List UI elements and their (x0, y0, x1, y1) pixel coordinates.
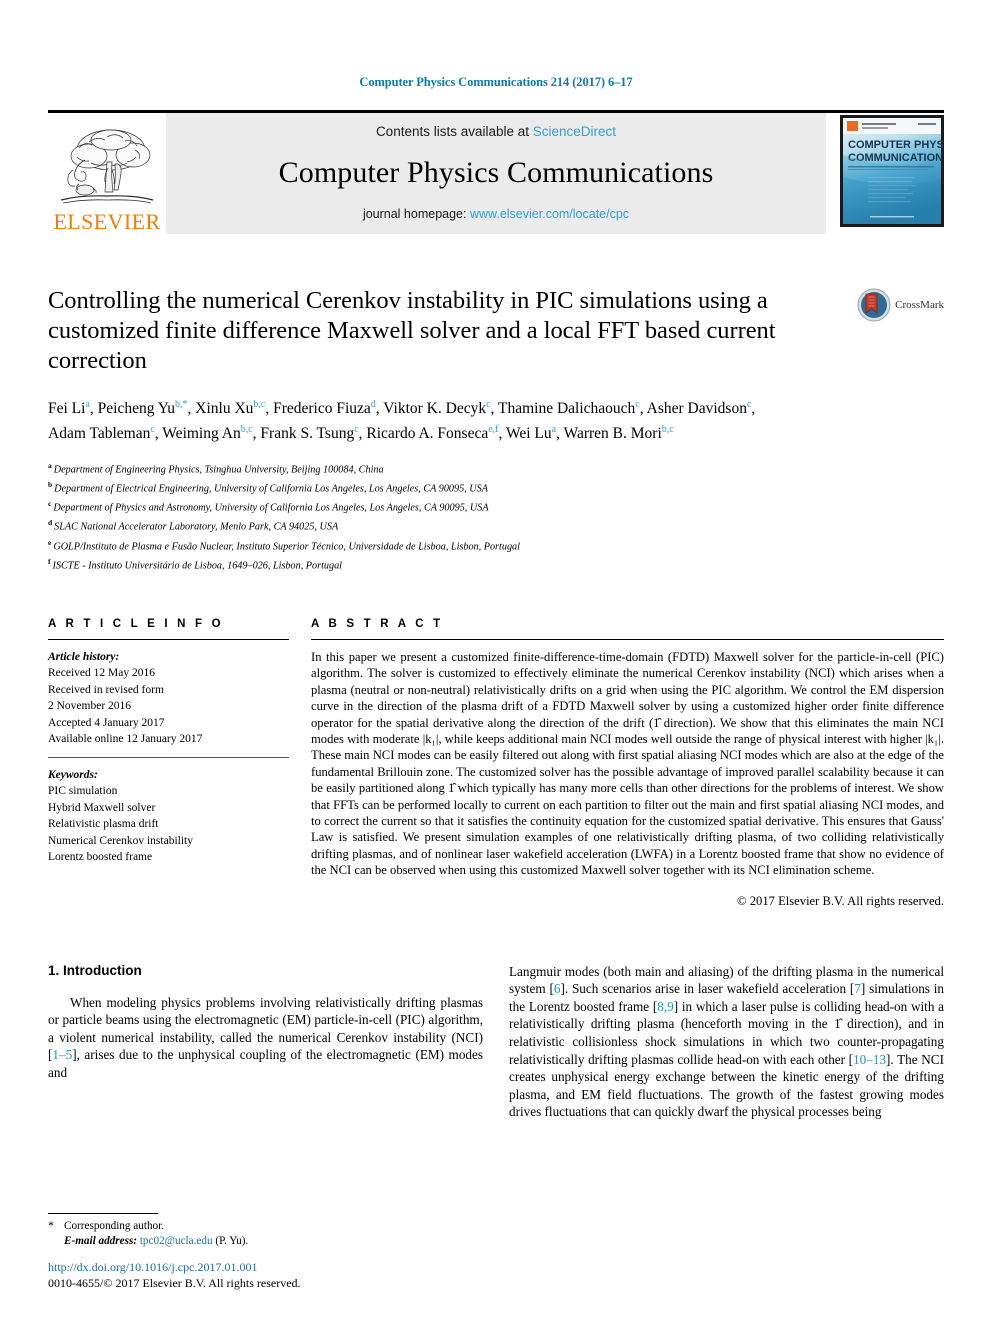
affiliation-text-f: ISCTE - Instituto Universitário de Lisbo… (52, 560, 343, 572)
title-row: Controlling the numerical Cerenkov insta… (48, 286, 944, 376)
journal-cover-thumbnail: COMPUTER PHYSICS COMMUNICATIONS (840, 114, 962, 232)
keyword-item: PIC simulation (48, 785, 118, 798)
affiliation-d: d SLAC National Accelerator Laboratory, M… (48, 516, 944, 535)
article-first-page: Computer Physics Communications 214 (201… (0, 0, 992, 1323)
elsevier-wordmark: ELSEVIER (53, 208, 161, 234)
history-item: Received in revised form (48, 683, 164, 696)
crossmark-icon (857, 288, 891, 321)
email-suffix: (P. Yu). (215, 1235, 249, 1247)
history-item: Received 12 May 2016 (48, 667, 155, 680)
abstract-column: A B S T R A C T In this paper we present… (311, 618, 944, 909)
affiliation-a: a Department of Engineering Physics, Tsin… (48, 459, 944, 478)
affiliation-mark-c: c (48, 499, 52, 509)
journal-banner: Contents lists available at ScienceDirec… (166, 112, 826, 234)
email-label: E-mail address: (64, 1235, 138, 1247)
affiliation-f: f ISCTE - Instituto Universitário de Lisb… (48, 555, 944, 574)
elsevier-logo: ELSEVIER (48, 113, 166, 234)
affiliation-mark-b: b (48, 480, 53, 489)
crossmark-label: CrossMark (895, 298, 944, 311)
body-columns: 1. Introduction When modeling physics pr… (48, 963, 944, 1121)
keyword-item: Hybrid Maxwell solver (48, 801, 156, 814)
contents-line: Contents lists available at ScienceDirec… (376, 124, 616, 139)
body-column-right: Langmuir modes (both main and aliasing) … (509, 963, 944, 1121)
page-footer: * Corresponding author. E-mail address: … (48, 1213, 488, 1291)
email-link[interactable]: tpc02@ucla.edu (140, 1235, 213, 1247)
abstract-heading: A B S T R A C T (311, 617, 444, 630)
affiliation-b: b Department of Electrical Engineering, U… (48, 478, 944, 497)
article-info-rule-top (48, 638, 289, 640)
article-history-label: Article history: (48, 650, 120, 663)
journal-homepage-line: journal homepage: www.elsevier.com/locat… (363, 207, 629, 221)
contents-prefix: Contents lists available at (375, 124, 533, 139)
info-abstract-section: A R T I C L E I N F O Article history: R… (48, 618, 944, 909)
keywords-block: Keywords: PIC simulation Hybrid Maxwell … (48, 767, 289, 866)
affiliation-text-e: GOLP/Instituto de Plasma e Fusão Nuclear… (53, 540, 520, 552)
intro-paragraph-right: Langmuir modes (both main and aliasing) … (509, 963, 944, 1120)
journal-homepage-link[interactable]: www.elsevier.com/locate/cpc (470, 207, 629, 221)
article-info-rule-mid (48, 756, 289, 758)
elsevier-tree-icon (55, 123, 159, 210)
doi-link[interactable]: http://dx.doi.org/10.1016/j.cpc.2017.01.… (48, 1260, 488, 1276)
history-item: Available online 12 January 2017 (48, 733, 203, 746)
cover-title-line1: COMPUTER PHYSICS (848, 139, 944, 151)
affiliation-mark-a: a (48, 460, 52, 470)
affiliation-text-a: Department of Engineering Physics, Tsing… (53, 464, 384, 476)
journal-title: Computer Physics Communications (278, 156, 714, 189)
abstract-text: In this paper we present a customized fi… (311, 649, 944, 878)
body-column-left: 1. Introduction When modeling physics pr… (48, 963, 483, 1121)
keyword-item: Relativistic plasma drift (48, 818, 159, 831)
footnote-rule (48, 1213, 158, 1214)
running-head: Computer Physics Communications 214 (201… (359, 75, 633, 89)
affiliation-c: c Department of Physics and Astronomy, Un… (48, 497, 944, 516)
homepage-prefix: journal homepage: (362, 207, 470, 221)
issn-copyright-line: 0010-4655/© 2017 Elsevier B.V. All right… (48, 1275, 301, 1290)
cover-image: COMPUTER PHYSICS COMMUNICATIONS (840, 114, 962, 227)
author-list: Fei Lia, Peicheng Yub,*, Xinlu Xub,c, Fr… (48, 398, 756, 443)
section-heading-introduction: 1. Introduction (48, 962, 142, 978)
crossmark-badge[interactable]: CrossMark (857, 288, 944, 322)
keyword-item: Numerical Cerenkov instability (48, 834, 193, 847)
keywords-label: Keywords: (48, 768, 98, 781)
affiliation-list: a Department of Engineering Physics, Tsin… (48, 459, 944, 574)
journal-masthead: ELSEVIER Contents lists available at Sci… (48, 109, 962, 234)
intro-paragraph-left: When modeling physics problems involving… (48, 994, 483, 1080)
affiliation-mark-e: e (48, 537, 52, 547)
affiliation-mark-f: f (48, 556, 51, 566)
abstract-copyright: © 2017 Elsevier B.V. All rights reserved… (737, 893, 944, 908)
corresponding-author-text: Corresponding author. (64, 1220, 165, 1232)
corresponding-author-note: * Corresponding author. E-mail address: … (48, 1218, 488, 1249)
affiliation-e: e GOLP/Instituto de Plasma e Fusão Nuclea… (48, 536, 944, 555)
article-info-column: A R T I C L E I N F O Article history: R… (48, 618, 311, 909)
page-title: Controlling the numerical Cerenkov insta… (48, 286, 776, 374)
affiliation-mark-d: d (48, 518, 53, 528)
history-item: Accepted 4 January 2017 (48, 716, 165, 729)
article-info-heading: A R T I C L E I N F O (48, 617, 224, 630)
keyword-item: Lorentz boosted frame (48, 851, 153, 864)
affiliation-text-b: Department of Electrical Engineering, Un… (54, 483, 488, 495)
history-item: 2 November 2016 (48, 700, 132, 713)
asterisk-icon: * (48, 1218, 54, 1232)
sciencedirect-link[interactable]: ScienceDirect (533, 124, 616, 139)
affiliation-text-d: SLAC National Accelerator Laboratory, Me… (54, 521, 339, 533)
abstract-rule (311, 638, 944, 640)
affiliation-text-c: Department of Physics and Astronomy, Uni… (53, 502, 489, 514)
